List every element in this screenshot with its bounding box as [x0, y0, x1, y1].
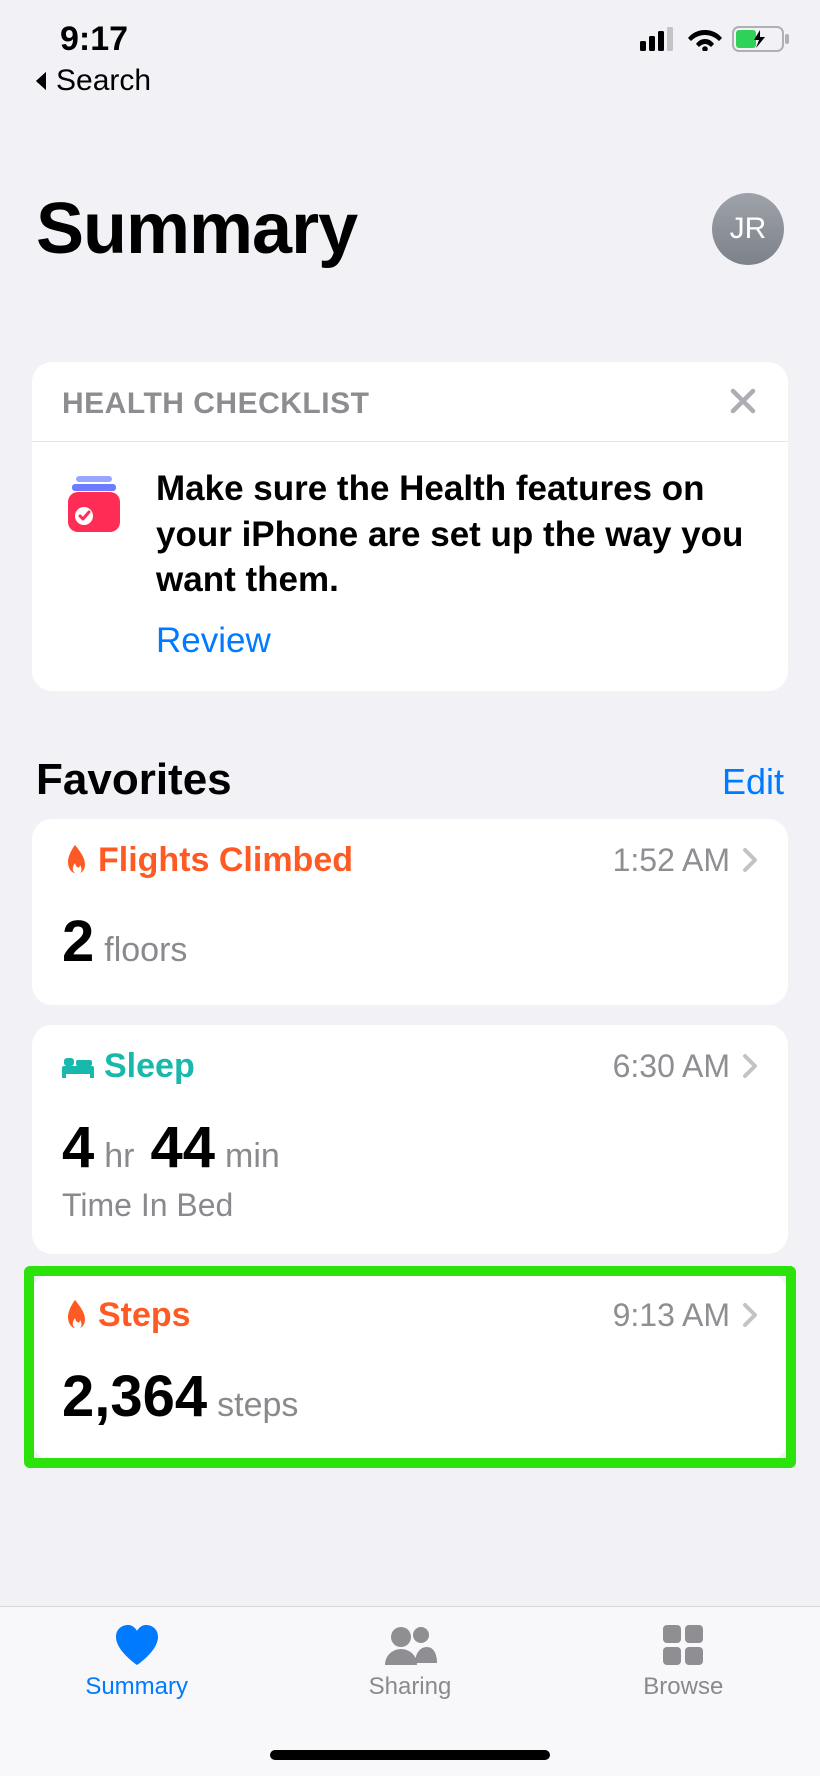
flame-icon — [62, 845, 88, 875]
favorite-time: 1:52 AM — [613, 842, 730, 879]
favorite-card-flights[interactable]: Flights Climbed 1:52 AM 2 floors — [32, 819, 788, 1005]
favorites-title: Favorites — [36, 755, 232, 805]
status-time: 9:17 — [60, 20, 128, 59]
profile-avatar[interactable]: JR — [712, 193, 784, 265]
favorites-header: Favorites Edit — [0, 691, 820, 819]
health-checklist-card: HEALTH CHECKLIST Make sure the Health fe… — [32, 362, 788, 691]
favorite-category: Flights Climbed — [62, 841, 353, 880]
chevron-right-icon — [742, 847, 758, 873]
favorite-unit-hr: hr — [104, 1137, 134, 1176]
favorite-name: Flights Climbed — [98, 841, 353, 880]
back-label: Search — [56, 64, 151, 98]
favorite-unit: floors — [104, 931, 187, 970]
favorite-value: 2,364 — [62, 1363, 207, 1430]
chevron-right-icon — [742, 1053, 758, 1079]
checklist-title: HEALTH CHECKLIST — [62, 387, 369, 421]
favorite-sublabel: Time In Bed — [62, 1187, 758, 1224]
tab-browse[interactable]: Browse — [548, 1623, 819, 1701]
favorite-value-hr: 4 — [62, 1114, 94, 1181]
favorite-time: 6:30 AM — [613, 1048, 730, 1085]
favorite-card-steps[interactable]: Steps 9:13 AM 2,364 steps — [32, 1274, 788, 1460]
favorite-name: Sleep — [104, 1047, 195, 1086]
checklist-icon — [62, 466, 126, 661]
tab-bar: Summary Sharing Browse — [0, 1606, 820, 1776]
favorite-unit-min: min — [225, 1137, 280, 1176]
back-to-search[interactable]: Search — [0, 60, 820, 98]
cellular-icon — [640, 27, 678, 51]
favorite-category: Sleep — [62, 1047, 195, 1086]
chevron-right-icon — [742, 1302, 758, 1328]
battery-icon — [732, 26, 790, 52]
favorite-name: Steps — [98, 1296, 191, 1335]
tab-label: Sharing — [369, 1673, 452, 1701]
close-checklist-button[interactable] — [728, 386, 758, 421]
avatar-initials: JR — [730, 212, 767, 246]
favorite-time: 9:13 AM — [613, 1297, 730, 1334]
page-header: Summary JR — [0, 98, 820, 294]
home-indicator — [270, 1750, 550, 1760]
page-title: Summary — [36, 188, 357, 270]
flame-icon — [62, 1300, 88, 1330]
tab-summary[interactable]: Summary — [1, 1623, 272, 1701]
favorite-value: 2 — [62, 908, 94, 975]
status-icons — [640, 26, 790, 52]
tab-label: Browse — [643, 1673, 723, 1701]
heart-icon — [112, 1623, 162, 1667]
bed-icon — [62, 1054, 94, 1078]
favorite-card-sleep[interactable]: Sleep 6:30 AM 4 hr 44 min Time In Bed — [32, 1025, 788, 1254]
tab-sharing[interactable]: Sharing — [275, 1623, 546, 1701]
review-link[interactable]: Review — [156, 621, 271, 661]
favorite-unit: steps — [217, 1386, 298, 1425]
people-icon — [381, 1623, 439, 1667]
favorite-value-min: 44 — [151, 1114, 216, 1181]
close-icon — [728, 386, 758, 416]
tab-label: Summary — [85, 1673, 188, 1701]
wifi-icon — [688, 27, 722, 51]
grid-icon — [661, 1623, 705, 1667]
favorites-edit-button[interactable]: Edit — [722, 761, 784, 803]
back-caret-icon — [32, 70, 50, 92]
status-bar: 9:17 — [0, 0, 820, 60]
favorite-category: Steps — [62, 1296, 191, 1335]
checklist-message: Make sure the Health features on your iP… — [156, 466, 758, 603]
